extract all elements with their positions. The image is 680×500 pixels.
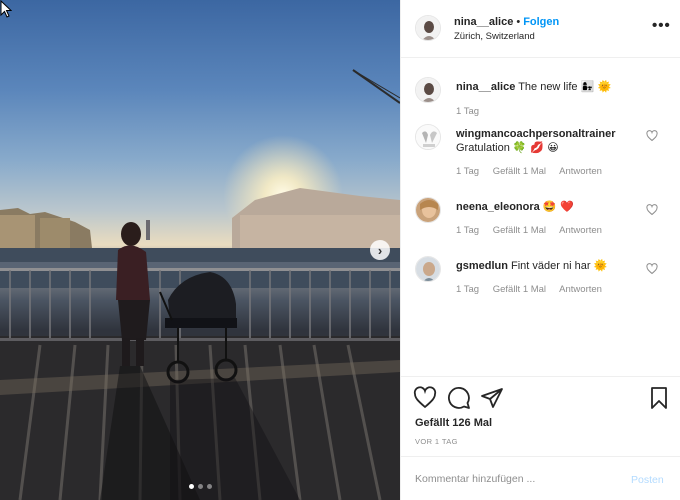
comment-likes[interactable]: Gefällt 1 Mal [493, 166, 546, 177]
post-side-panel: nina__alice • Folgen Zürich, Switzerland •… [400, 0, 680, 500]
like-comment-heart-icon[interactable] [646, 204, 658, 216]
avatar[interactable] [415, 124, 441, 150]
post-location[interactable]: Zürich, Switzerland [454, 31, 535, 42]
comment-username[interactable]: gsmedlun [456, 260, 508, 272]
more-options-icon[interactable]: ••• [652, 17, 671, 34]
reply-button[interactable]: Antworten [559, 225, 602, 236]
comment-emojis: 🤩 ❤️ [542, 200, 574, 213]
avatar[interactable] [415, 15, 441, 41]
carousel-dot-1 [188, 484, 194, 489]
chevron-right-icon: › [377, 242, 383, 258]
like-comment-heart-icon[interactable] [646, 263, 658, 275]
post-photo[interactable]: › [0, 0, 400, 500]
carousel-next-button[interactable]: › [370, 240, 390, 260]
bookmark-icon[interactable] [647, 386, 671, 410]
comment-time[interactable]: 1 Tag [456, 106, 479, 117]
like-heart-icon[interactable] [413, 386, 437, 410]
post-comment-button[interactable]: Posten [631, 474, 664, 486]
carousel-dot-2 [197, 484, 203, 489]
carousel-indicator [0, 484, 400, 489]
like-comment-heart-icon[interactable] [646, 130, 658, 142]
comment-username[interactable]: wingmancoachpersonaltrainer [456, 128, 616, 140]
comment-text: Fint väder ni har [511, 260, 591, 272]
comment-text: The new life [518, 81, 578, 93]
avatar[interactable] [415, 77, 441, 103]
photo-scene [0, 69, 400, 500]
comment-time[interactable]: 1 Tag [456, 225, 479, 236]
comment-composer: Posten [401, 456, 680, 500]
comment-emojis: 👩‍👧 🌞 [580, 80, 612, 93]
comment-likes[interactable]: Gefällt 1 Mal [493, 225, 546, 236]
comment-emojis: 🌞 [593, 259, 608, 272]
avatar[interactable] [415, 197, 441, 223]
comment-likes[interactable]: Gefällt 1 Mal [493, 284, 546, 295]
comment-time[interactable]: 1 Tag [456, 284, 479, 295]
comment-username[interactable]: neena_eleonora [456, 201, 540, 213]
mouse-cursor-icon [0, 0, 12, 18]
comments-list: nina__alice The new life 👩‍👧 🌞 1 Tag win… [401, 58, 680, 376]
likes-count[interactable]: Gefällt 126 Mal [415, 417, 492, 429]
comment-username[interactable]: nina__alice [456, 81, 515, 93]
comment-meta: 1 Tag Gefällt 1 Mal Antworten [456, 225, 613, 236]
share-paper-plane-icon[interactable] [480, 386, 504, 410]
post-date[interactable]: VOR 1 TAG [415, 437, 458, 446]
reply-button[interactable]: Antworten [559, 166, 602, 177]
follow-button[interactable]: Folgen [523, 16, 559, 28]
post-actions: Gefällt 126 Mal VOR 1 TAG [401, 376, 680, 454]
comment-input[interactable] [415, 470, 625, 488]
post-author-username[interactable]: nina__alice [454, 16, 513, 28]
reply-button[interactable]: Antworten [559, 284, 602, 295]
avatar[interactable] [415, 256, 441, 282]
comment-emojis: 🍀 💋 😀 [512, 141, 559, 154]
comment-meta: 1 Tag [456, 106, 490, 117]
separator-dot: • [516, 16, 521, 28]
comment-bubble-icon[interactable] [447, 386, 471, 410]
comment-meta: 1 Tag Gefällt 1 Mal Antworten [456, 284, 613, 295]
carousel-dot-3 [206, 484, 212, 489]
comment-meta: 1 Tag Gefällt 1 Mal Antworten [456, 166, 613, 177]
post-header: nina__alice • Folgen Zürich, Switzerland •… [401, 0, 680, 58]
comment-time[interactable]: 1 Tag [456, 166, 479, 177]
comment-text: Gratulation [456, 142, 510, 154]
